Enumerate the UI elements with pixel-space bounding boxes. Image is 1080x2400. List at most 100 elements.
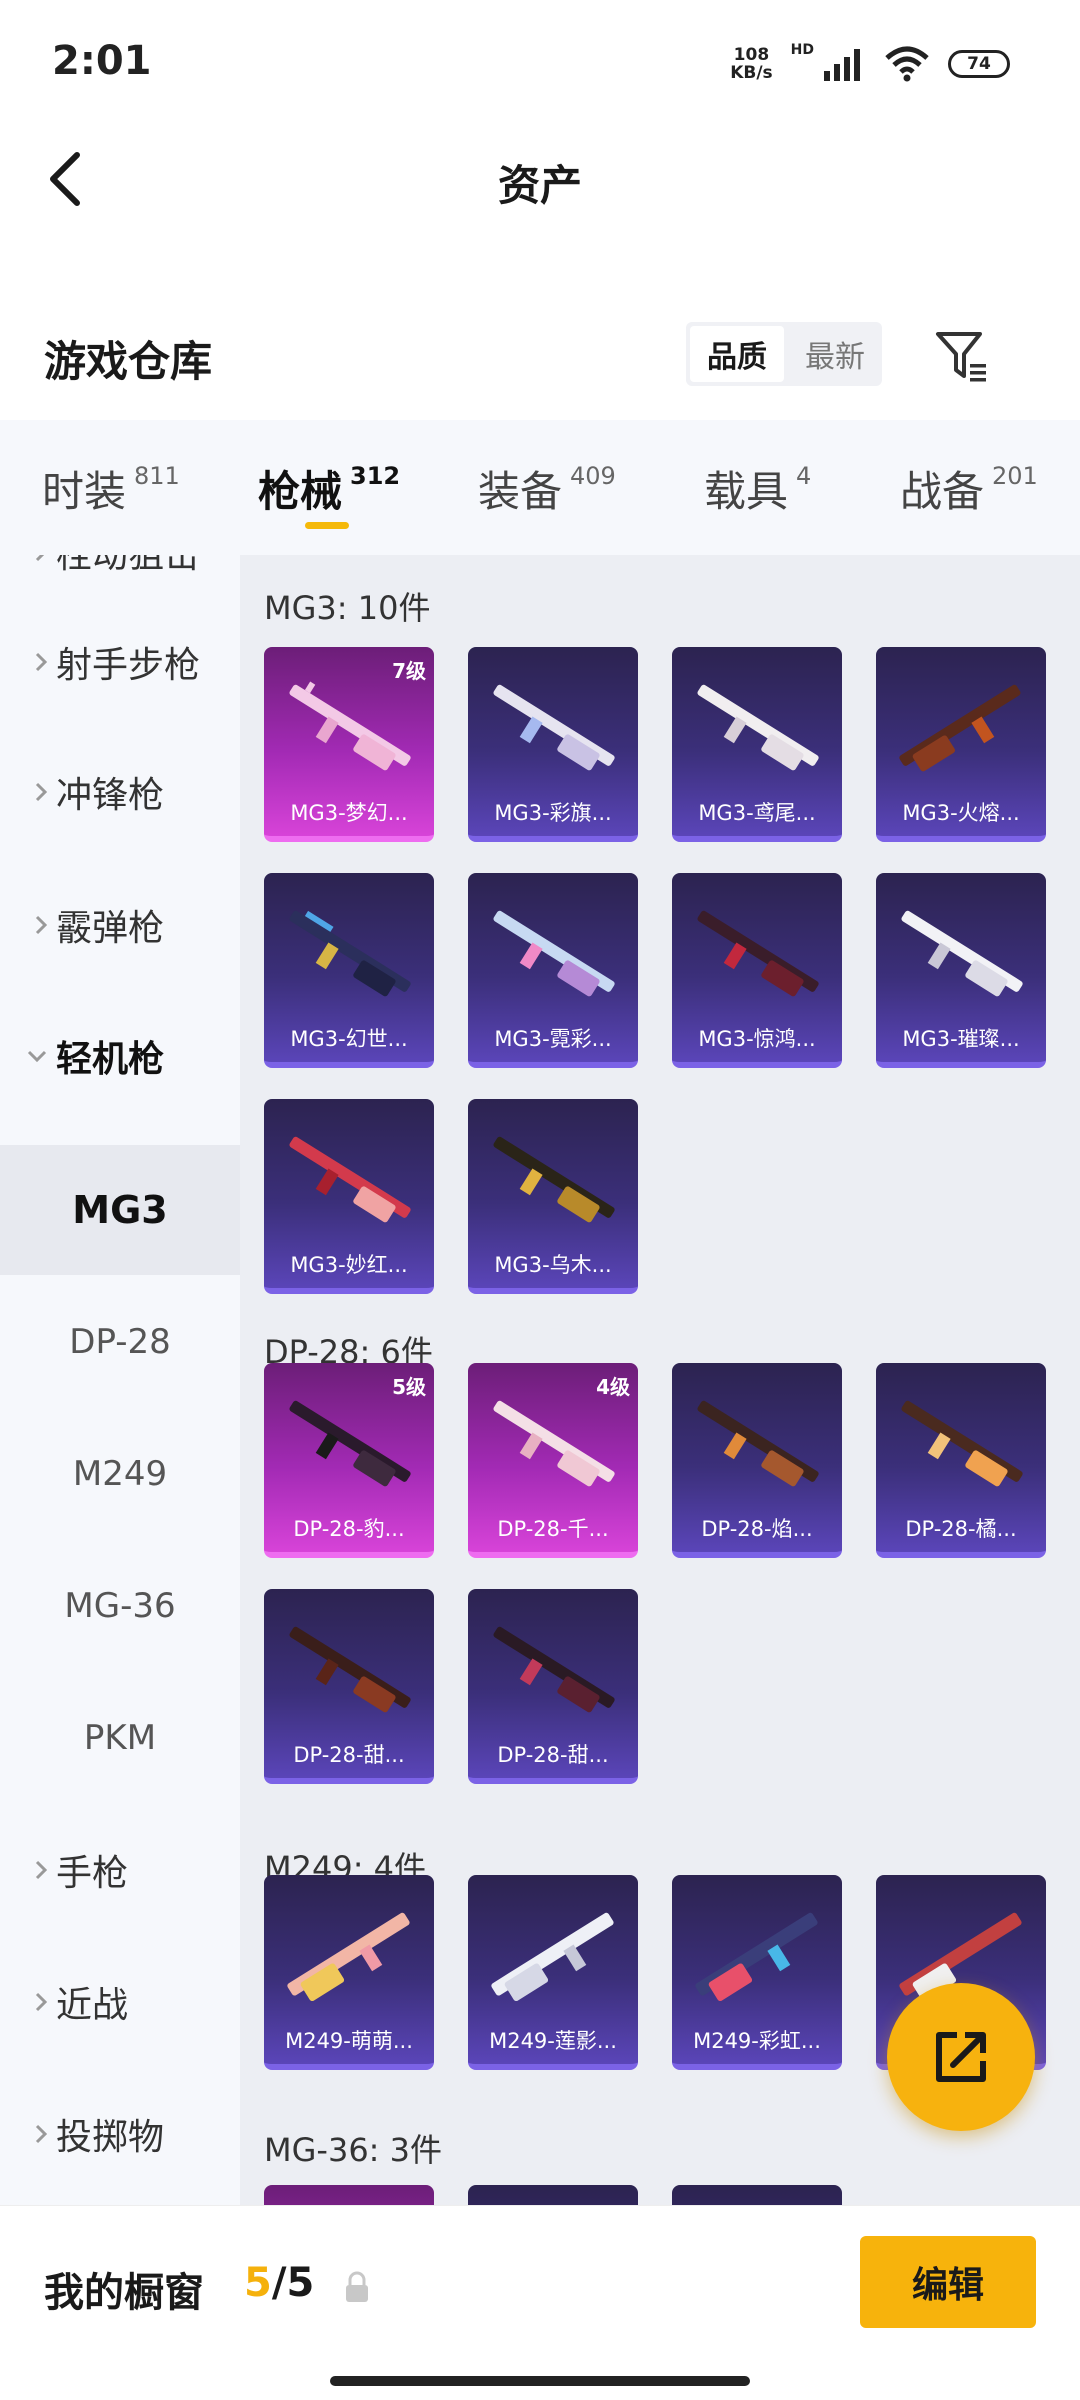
sort-quality-option[interactable]: 品质 bbox=[690, 326, 784, 382]
item-name: DP-28-甜... bbox=[497, 1743, 609, 1767]
edit-button[interactable]: 编辑 bbox=[860, 2236, 1036, 2328]
status-icons: 108 KB/s HD 74 bbox=[730, 42, 1010, 86]
sidebar-subitem-mg36[interactable]: MG-36 bbox=[0, 1541, 240, 1671]
tab-supplies[interactable]: 战备 201 bbox=[900, 458, 1038, 519]
filter-button[interactable] bbox=[930, 324, 994, 388]
tab-label: 枪械 bbox=[258, 467, 343, 516]
home-indicator bbox=[330, 2376, 750, 2386]
showcase-count: 5/5 bbox=[244, 2260, 314, 2306]
item-card[interactable] bbox=[468, 2185, 638, 2205]
sidebar-item-label: 射手步枪 bbox=[56, 645, 201, 686]
weapon-image bbox=[289, 1136, 411, 1223]
active-tab-indicator bbox=[305, 522, 349, 529]
weapon-image bbox=[289, 681, 411, 771]
weapon-image bbox=[287, 1912, 410, 2002]
item-card[interactable] bbox=[264, 2185, 434, 2205]
sidebar-item-label: 轻机枪 bbox=[56, 1039, 165, 1080]
sidebar-item-lmg[interactable]: 轻机枪 bbox=[0, 991, 240, 1121]
item-name: MG3-鸢尾... bbox=[698, 801, 816, 825]
sidebar-item-shotgun[interactable]: 霰弹枪 bbox=[0, 860, 240, 990]
item-name: DP-28-橘... bbox=[905, 1517, 1017, 1541]
chevron-right-icon bbox=[0, 1859, 56, 1881]
page-title: 资产 bbox=[497, 161, 582, 210]
item-card[interactable]: MG3-彩旗... bbox=[468, 647, 638, 842]
sidebar-item-marksman[interactable]: 射手步枪 bbox=[0, 597, 240, 727]
sidebar-subitem-dp28[interactable]: DP-28 bbox=[0, 1277, 240, 1407]
item-name: DP-28-千... bbox=[497, 1517, 609, 1541]
chevron-right-icon bbox=[0, 1991, 56, 2013]
item-card[interactable]: MG3-火熔... bbox=[876, 647, 1046, 842]
item-name: MG3-幻世... bbox=[290, 1027, 408, 1051]
sidebar-item-smg[interactable]: 冲锋枪 bbox=[0, 727, 240, 857]
item-card[interactable] bbox=[672, 2185, 842, 2205]
item-card[interactable]: M249-莲影... bbox=[468, 1875, 638, 2070]
item-card[interactable]: MG3-妙红... bbox=[264, 1099, 434, 1294]
item-name: MG3-璀璨... bbox=[902, 1027, 1020, 1051]
status-time: 2:01 bbox=[52, 38, 152, 84]
tab-weapons[interactable]: 枪械 312 bbox=[258, 458, 400, 519]
sidebar-item-melee[interactable]: 近战 bbox=[0, 1937, 240, 2067]
item-card[interactable]: M249-彩虹... bbox=[672, 1875, 842, 2070]
weapon-image bbox=[493, 910, 615, 997]
sort-newest-option[interactable]: 最新 bbox=[788, 322, 882, 386]
weapon-image bbox=[289, 910, 411, 997]
item-card[interactable]: DP-28-焰... bbox=[672, 1363, 842, 1558]
weapon-image bbox=[493, 1400, 615, 1487]
item-name: DP-28-豹... bbox=[293, 1517, 405, 1541]
weapon-type-sidebar: 栓动狙击 射手步枪 冲锋枪 霰弹枪 轻机枪 MG3 DP-28 M249 MG-… bbox=[0, 555, 240, 2205]
sidebar-item-label: 近战 bbox=[56, 1985, 129, 2026]
item-card[interactable]: DP-28-甜... bbox=[468, 1589, 638, 1784]
sidebar-item-label: 冲锋枪 bbox=[56, 775, 165, 816]
sidebar-item-throwables[interactable]: 投掷物 bbox=[0, 2069, 240, 2199]
item-name: MG3-火熔... bbox=[902, 801, 1020, 825]
tab-equipment[interactable]: 装备 409 bbox=[478, 458, 616, 519]
weapon-image bbox=[695, 1912, 818, 2002]
chevron-right-icon bbox=[0, 781, 56, 803]
sidebar-subitem-m249[interactable]: M249 bbox=[0, 1409, 240, 1539]
item-name: MG3-乌木... bbox=[494, 1253, 612, 1277]
group-title-mg3: MG3: 10件 bbox=[264, 589, 431, 627]
item-card[interactable]: MG3-鸢尾... bbox=[672, 647, 842, 842]
item-name: MG3-惊鸿... bbox=[698, 1027, 816, 1051]
sidebar-subitem-mg3[interactable]: MG3 bbox=[0, 1145, 240, 1275]
weapon-image bbox=[697, 910, 819, 997]
item-card[interactable]: MG3-霓彩... bbox=[468, 873, 638, 1068]
item-card[interactable]: MG3-惊鸿... bbox=[672, 873, 842, 1068]
item-card[interactable]: 5级 DP-28-豹... bbox=[264, 1363, 434, 1558]
sidebar-item-label: 手枪 bbox=[56, 1853, 129, 1894]
share-fab[interactable] bbox=[887, 1983, 1035, 2131]
item-name: M249-彩虹... bbox=[693, 2029, 821, 2053]
item-card[interactable]: DP-28-甜... bbox=[264, 1589, 434, 1784]
item-name: MG3-彩旗... bbox=[494, 801, 612, 825]
item-name: M249-莲影... bbox=[489, 2029, 617, 2053]
showcase-bar: 我的橱窗 5/5 编辑 bbox=[0, 2205, 1080, 2400]
tab-fashion[interactable]: 时装 811 bbox=[42, 458, 180, 519]
sidebar-subitem-pkm[interactable]: PKM bbox=[0, 1673, 240, 1803]
tab-count: 312 bbox=[350, 462, 401, 490]
item-level: 5级 bbox=[392, 1375, 426, 1399]
showcase-label: 我的橱窗 bbox=[44, 2270, 204, 2316]
tab-count: 201 bbox=[992, 462, 1038, 490]
item-card[interactable]: MG3-璀璨... bbox=[876, 873, 1046, 1068]
weapon-image bbox=[491, 1912, 614, 2002]
item-card[interactable]: 4级 DP-28-千... bbox=[468, 1363, 638, 1558]
item-card[interactable]: M249-萌萌... bbox=[264, 1875, 434, 2070]
item-card[interactable]: MG3-幻世... bbox=[264, 873, 434, 1068]
chevron-right-icon bbox=[0, 555, 56, 563]
network-speed: 108 KB/s bbox=[730, 46, 772, 82]
signal-icon bbox=[824, 49, 860, 81]
group-title-mg36: MG-36: 3件 bbox=[264, 2131, 442, 2169]
item-name: DP-28-焰... bbox=[701, 1517, 813, 1541]
tab-vehicles[interactable]: 载具 4 bbox=[704, 458, 811, 519]
filter-icon bbox=[936, 332, 986, 382]
weapon-image bbox=[493, 684, 615, 771]
weapon-image bbox=[493, 1626, 615, 1713]
top-header: 资产 bbox=[0, 130, 1080, 230]
item-name: MG3-霓彩... bbox=[494, 1027, 612, 1051]
sort-toggle: 品质 最新 bbox=[686, 322, 882, 386]
sidebar-item-pistol[interactable]: 手枪 bbox=[0, 1805, 240, 1935]
weapon-image bbox=[493, 1136, 615, 1223]
item-card[interactable]: 7级 MG3-梦幻... bbox=[264, 647, 434, 842]
item-card[interactable]: MG3-乌木... bbox=[468, 1099, 638, 1294]
item-card[interactable]: DP-28-橘... bbox=[876, 1363, 1046, 1558]
